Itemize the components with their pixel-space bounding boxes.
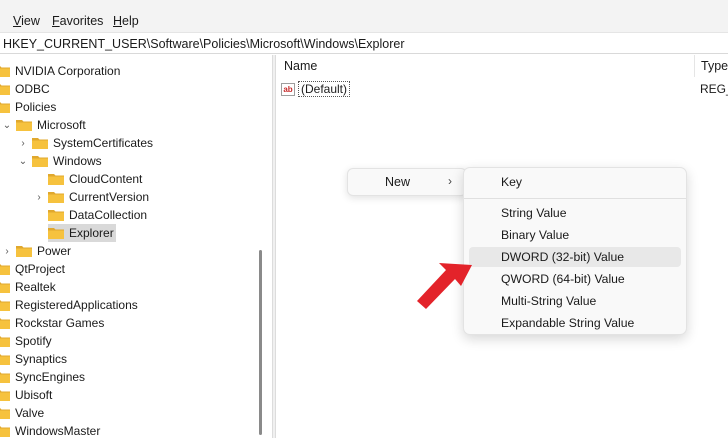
tree-item-valve[interactable]: Valve (0, 404, 46, 422)
tree-item-windows[interactable]: Windows (32, 152, 104, 170)
submenu-item-multi-string-value[interactable]: Multi-String Value (469, 291, 681, 311)
chevron-right-icon[interactable]: › (34, 188, 44, 206)
tree-item-label: Windows (53, 154, 102, 168)
tree-item-label: DataCollection (69, 208, 148, 222)
tree-item-label: ODBC (15, 82, 50, 96)
column-type-header[interactable]: Type (701, 59, 728, 73)
key-tree[interactable]: NVIDIA Corporation ODBC Policies ⌄ Microsoft… (0, 55, 272, 438)
context-menu-new[interactable]: New › (347, 168, 467, 196)
folder-icon (32, 155, 48, 167)
tree-item-label: WindowsMaster (15, 424, 101, 438)
chevron-down-icon[interactable]: ⌄ (2, 116, 12, 134)
tree-item-label: Valve (15, 406, 45, 420)
tree-item-label: Ubisoft (15, 388, 53, 402)
folder-icon (32, 137, 48, 149)
folder-icon (48, 191, 64, 203)
tree-item-label: CloudContent (69, 172, 143, 186)
folder-icon (48, 209, 64, 221)
folder-icon (0, 389, 10, 401)
tree-item-label: SystemCertificates (53, 136, 154, 150)
tree-item-label: Rockstar Games (15, 316, 105, 330)
tree-item-label: CurrentVersion (69, 190, 150, 204)
tree-item-label: Synaptics (15, 352, 68, 366)
tree-item-spotify[interactable]: Spotify (0, 332, 54, 350)
tree-item-nvidia-corporation[interactable]: NVIDIA Corporation (0, 62, 122, 80)
column-divider[interactable] (694, 55, 695, 77)
tree-item-odbc[interactable]: ODBC (0, 80, 52, 98)
submenu-item-string-value[interactable]: String Value (469, 203, 681, 223)
menu-view[interactable]: View (13, 14, 40, 28)
value-type: REG_ (700, 82, 728, 96)
tree-item-label: NVIDIA Corporation (15, 64, 121, 78)
tree-item-currentversion[interactable]: CurrentVersion (48, 188, 151, 206)
folder-icon (0, 407, 10, 419)
tree-item-ubisoft[interactable]: Ubisoft (0, 386, 54, 404)
tree-item-power[interactable]: Power (16, 242, 73, 260)
submenu-item-qword-64-bit-value[interactable]: QWORD (64-bit) Value (469, 269, 681, 289)
tree-item-label: Realtek (15, 280, 56, 294)
tree-item-qtproject[interactable]: QtProject (0, 260, 67, 278)
folder-icon (0, 353, 10, 365)
chevron-right-icon: › (448, 174, 452, 188)
folder-icon (48, 227, 64, 239)
tree-item-label: Power (37, 244, 72, 258)
tree-item-label: SyncEngines (15, 370, 86, 384)
tree-item-explorer[interactable]: Explorer (48, 224, 116, 242)
tree-scrollbar-thumb[interactable] (259, 250, 262, 435)
folder-icon (0, 83, 10, 95)
value-row[interactable]: ab (Default) (281, 80, 351, 98)
submenu-item-binary-value[interactable]: Binary Value (469, 225, 681, 245)
folder-icon (0, 335, 10, 347)
folder-icon (0, 299, 10, 311)
folder-icon (16, 119, 32, 131)
folder-icon (0, 101, 10, 113)
pane-splitter[interactable] (272, 55, 276, 438)
string-value-icon: ab (281, 82, 295, 96)
tree-item-microsoft[interactable]: Microsoft (16, 116, 88, 134)
new-submenu: Key String Value Binary Value DWORD (32-bit… (463, 167, 687, 335)
tree-item-windowsmaster[interactable]: WindowsMaster (0, 422, 102, 438)
menu-favorites[interactable]: Favorites (52, 14, 103, 28)
tree-item-syncengines[interactable]: SyncEngines (0, 368, 87, 386)
tree-item-registeredapplications[interactable]: RegisteredApplications (0, 296, 140, 314)
tree-item-label: Microsoft (37, 118, 86, 132)
tree-item-label: RegisteredApplications (15, 298, 138, 312)
menu-bar: View Favorites Help (0, 0, 728, 36)
new-menu-item[interactable]: New (385, 175, 410, 189)
folder-icon (0, 317, 10, 329)
menu-help[interactable]: Help (113, 14, 139, 28)
tree-item-synaptics[interactable]: Synaptics (0, 350, 69, 368)
folder-icon (0, 371, 10, 383)
chevron-right-icon[interactable]: › (18, 134, 28, 152)
tree-item-label: Explorer (69, 226, 114, 240)
submenu-separator (464, 198, 686, 199)
chevron-down-icon[interactable]: ⌄ (18, 152, 28, 170)
tree-item-label: QtProject (15, 262, 66, 276)
submenu-item-expandable-string-value[interactable]: Expandable String Value (469, 313, 681, 333)
tree-item-label: Policies (15, 100, 57, 114)
submenu-item-dword-32-bit-value[interactable]: DWORD (32-bit) Value (469, 247, 681, 267)
chevron-right-icon[interactable]: › (2, 242, 12, 260)
submenu-item-key[interactable]: Key (469, 172, 681, 192)
tree-item-datacollection[interactable]: DataCollection (48, 206, 149, 224)
folder-icon (0, 425, 10, 437)
address-path: HKEY_CURRENT_USER\Software\Policies\Micr… (3, 37, 405, 51)
folder-icon (0, 263, 10, 275)
folder-icon (48, 173, 64, 185)
address-bar[interactable]: HKEY_CURRENT_USER\Software\Policies\Micr… (0, 32, 728, 54)
folder-icon (0, 65, 10, 77)
column-name-header[interactable]: Name (284, 59, 317, 73)
tree-item-cloudcontent[interactable]: CloudContent (48, 170, 144, 188)
tree-item-label: Spotify (15, 334, 52, 348)
tree-item-rockstar-games[interactable]: Rockstar Games (0, 314, 106, 332)
folder-icon (0, 281, 10, 293)
value-name: (Default) (298, 81, 351, 97)
tree-item-systemcertificates[interactable]: SystemCertificates (32, 134, 155, 152)
tree-item-realtek[interactable]: Realtek (0, 278, 58, 296)
folder-icon (16, 245, 32, 257)
tree-item-policies[interactable]: Policies (0, 98, 58, 116)
